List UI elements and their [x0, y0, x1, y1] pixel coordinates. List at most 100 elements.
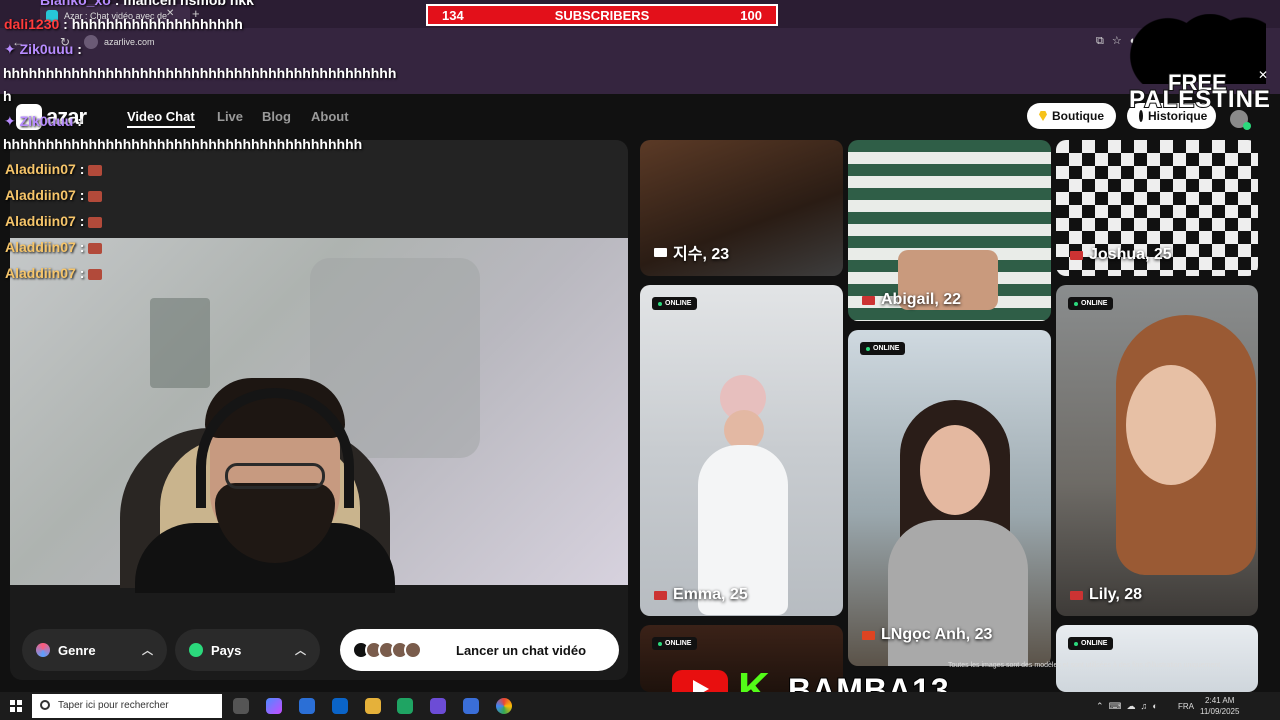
edge-icon[interactable]	[397, 698, 413, 714]
chat-text: : mancen nsmob nkk	[114, 0, 254, 8]
chat-text: hhhhhhhhhhhhhhhhhhhhhhhhhhhhhhhhhhhhhhhh…	[3, 65, 397, 81]
close-icon[interactable]: ✕	[1258, 68, 1268, 82]
chat-username: Aladdiin07	[5, 187, 76, 203]
chat-line: hhhhhhhhhhhhhhhhhhhhhhhhhhhhhhhhhhhhhhhh…	[3, 136, 362, 152]
online-badge: ONLINE	[652, 297, 698, 310]
chat-line: Aladdiin07 :	[5, 187, 103, 203]
obs-window-icon[interactable]	[463, 698, 479, 714]
boutique-button[interactable]: Boutique	[1027, 103, 1116, 129]
profile-card[interactable]: Abigail, 22	[848, 140, 1051, 321]
local-webcam-feed	[10, 238, 628, 593]
chat-line: ✦ Zik0uuu :	[4, 113, 82, 130]
cta-label: Lancer un chat vidéo	[456, 642, 587, 658]
online-badge: ONLINE	[1068, 297, 1114, 310]
install-icon[interactable]: ⧉	[1096, 35, 1112, 47]
chat-text: :	[77, 41, 82, 57]
search-icon	[40, 700, 50, 710]
flag-us-icon	[862, 295, 875, 305]
card-name: Abigail, 22	[881, 291, 962, 308]
profile-card[interactable]: 지수, 23	[640, 140, 843, 276]
chat-username: Zik0uuu	[19, 41, 74, 57]
avatar	[404, 641, 422, 659]
chevron-up-icon: ︿	[142, 645, 153, 657]
clock-time: 2:41 AM	[1205, 696, 1235, 705]
emote-icon	[88, 190, 103, 202]
flag-us-icon	[1070, 590, 1083, 600]
chat-text: :	[79, 213, 85, 229]
search-placeholder: Taper ici pour rechercher	[58, 700, 169, 711]
flag-kr-icon	[654, 247, 667, 257]
profile-card[interactable]: ONLINE Lily, 28	[1056, 285, 1258, 616]
nav-video-chat[interactable]: Video Chat	[127, 109, 195, 128]
card-name-row: Emma, 25	[654, 586, 748, 604]
task-view-icon[interactable]	[233, 698, 249, 714]
outlook-icon[interactable]	[332, 698, 348, 714]
chat-text: :	[77, 113, 82, 129]
card-name-row: Joshua, 25	[1070, 246, 1172, 264]
chat-username: Aladdiin07	[5, 265, 76, 281]
genre-label: Genre	[58, 642, 96, 658]
online-label: ONLINE	[665, 300, 692, 307]
online-label: ONLINE	[873, 345, 900, 352]
chrome-icon[interactable]	[496, 698, 512, 714]
chat-line: dali1230 : hhhhhhhhhhhhhhhhhhhh	[4, 16, 243, 32]
file-explorer-icon[interactable]	[365, 698, 381, 714]
nav-about[interactable]: About	[311, 109, 349, 124]
profile-card[interactable]: ONLINE	[1056, 625, 1258, 692]
taskbar-search[interactable]: Taper ici pour rechercher	[32, 694, 222, 718]
app-icon[interactable]	[430, 698, 446, 714]
subs-goal: 100	[740, 7, 762, 23]
boutique-label: Boutique	[1052, 109, 1104, 123]
system-tray[interactable]: ⌃⌨☁♫◐	[1096, 701, 1163, 712]
chevron-up-icon: ︿	[295, 645, 306, 657]
chat-text: :	[79, 239, 85, 255]
card-photo-shirt	[888, 520, 1028, 666]
copilot-icon[interactable]	[266, 698, 282, 714]
emote-icon	[88, 164, 103, 176]
chat-username: Bianko_xo	[40, 0, 111, 8]
card-name: Lily, 28	[1089, 586, 1143, 603]
emote-icon	[88, 268, 103, 280]
card-name: Joshua, 25	[1089, 246, 1172, 263]
profile-card[interactable]: Joshua, 25	[1056, 140, 1258, 276]
input-language[interactable]: FRA	[1178, 702, 1194, 711]
store-icon[interactable]	[299, 698, 315, 714]
card-name-row: Lily, 28	[1070, 586, 1142, 604]
profile-card[interactable]: ONLINE Emma, 25	[640, 285, 843, 616]
chat-username: Aladdiin07	[5, 161, 76, 177]
clock-date: 11/09/2025	[1200, 707, 1240, 716]
diamond-badge-icon: ✦	[4, 113, 16, 129]
chat-username: Aladdiin07	[5, 239, 76, 255]
nav-live[interactable]: Live	[217, 109, 243, 124]
pays-select[interactable]: Pays ︿	[175, 629, 320, 671]
nav-blog[interactable]: Blog	[262, 109, 291, 124]
background-frame	[150, 298, 210, 388]
subscriber-goal-bar: 134 SUBSCRIBERS 100	[426, 4, 778, 26]
chat-username: Zik0uuu	[19, 113, 74, 129]
start-video-chat-button[interactable]: Lancer un chat vidéo	[340, 629, 619, 671]
address-bar[interactable]: azarlive.com	[80, 33, 1090, 51]
chat-text: : hhhhhhhhhhhhhhhhhhhh	[63, 16, 243, 32]
chat-username: dali1230	[4, 16, 60, 32]
card-name: 지수, 23	[673, 246, 730, 263]
online-badge: ONLINE	[860, 342, 906, 355]
screen: Azar : Chat vidéo avec de ✕ + ← ↻ azarli…	[0, 0, 1280, 720]
chat-line: Bianko_xo : mancen nsmob nkk	[40, 0, 254, 8]
card-name-row: Abigail, 22	[862, 291, 961, 309]
chat-line: Aladdiin07 :	[5, 161, 103, 177]
pays-label: Pays	[211, 642, 242, 658]
emote-icon	[88, 216, 103, 228]
gem-icon	[1039, 111, 1047, 121]
globe-icon	[189, 643, 203, 657]
palestine-text: PALESTINE	[1128, 85, 1271, 114]
flag-us-icon	[654, 590, 667, 600]
profile-card[interactable]: ONLINE LNgọc Anh, 23	[848, 330, 1051, 666]
clock[interactable]: 2:41 AM 11/09/2025	[1200, 695, 1239, 717]
site-info-icon[interactable]	[84, 35, 98, 49]
online-label: ONLINE	[1081, 640, 1108, 647]
chat-line: h	[3, 88, 12, 104]
genre-select[interactable]: Genre ︿	[22, 629, 167, 671]
windows-start-icon[interactable]	[10, 700, 22, 712]
chat-text: :	[79, 187, 85, 203]
flag-vn-icon	[862, 630, 875, 640]
